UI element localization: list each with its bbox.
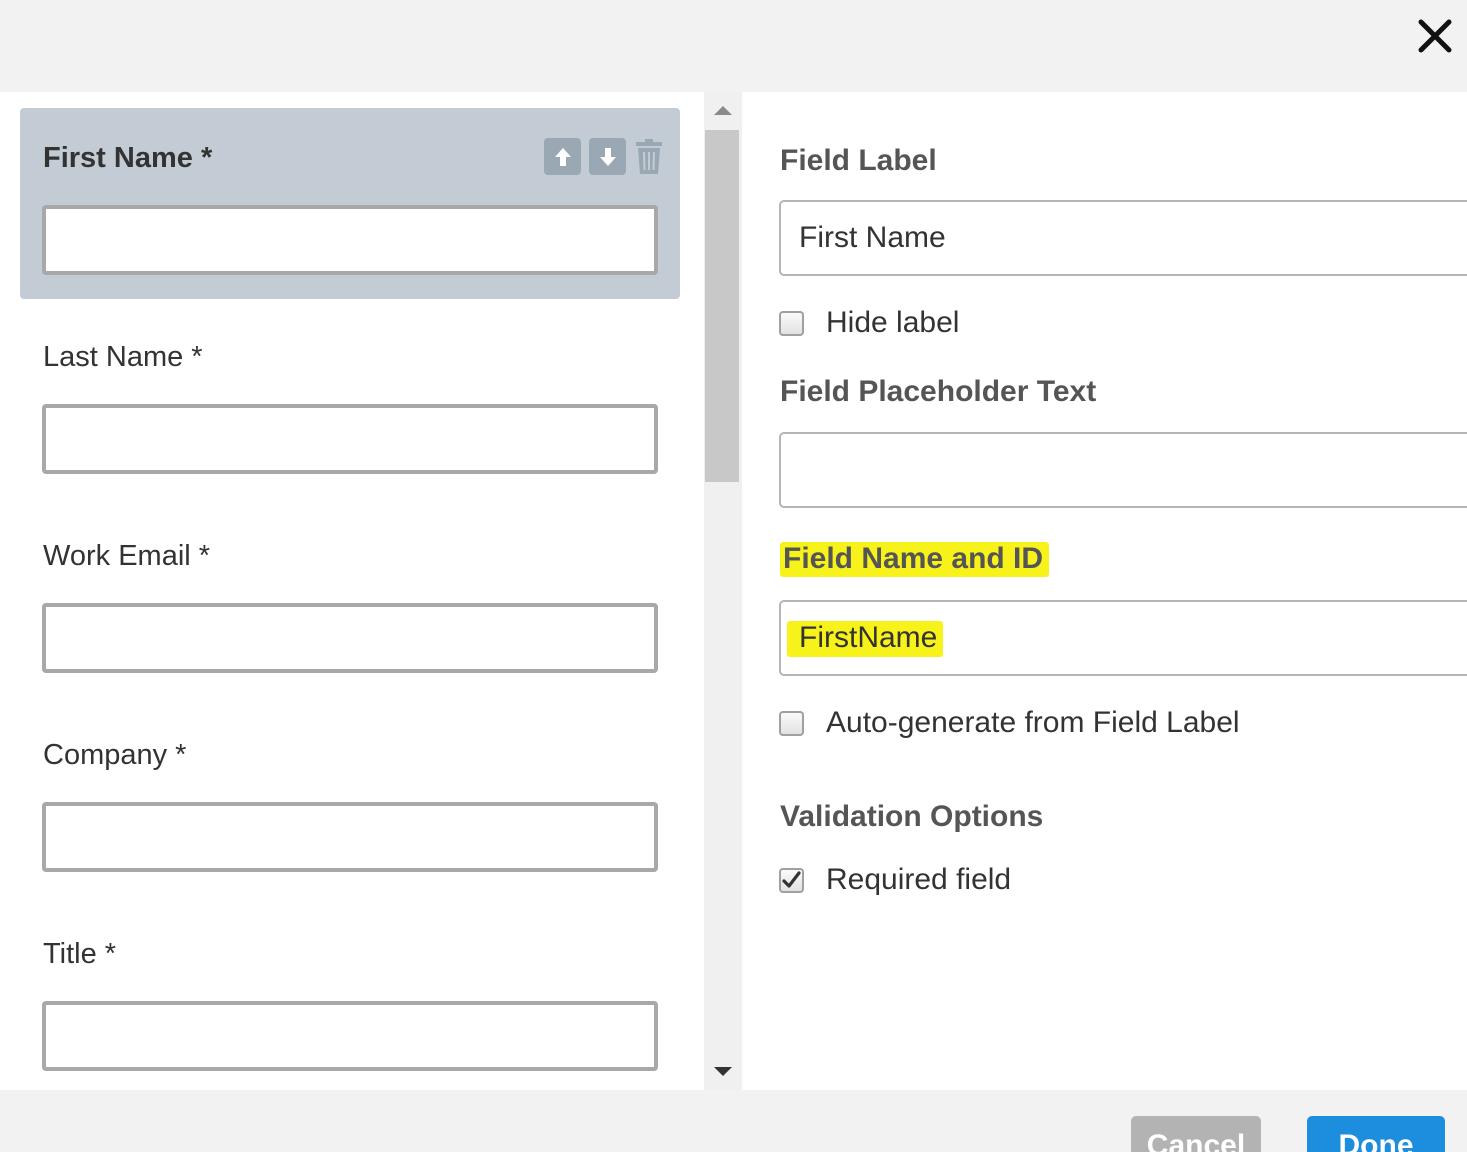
required-label: Required field bbox=[826, 863, 1012, 896]
work-email-input[interactable] bbox=[42, 603, 658, 673]
field-name-id-input[interactable]: FirstName bbox=[779, 600, 1467, 676]
first-name-input[interactable] bbox=[42, 205, 658, 275]
field-label-input[interactable]: First Name bbox=[779, 200, 1467, 276]
cancel-button[interactable]: Cancel bbox=[1131, 1116, 1261, 1152]
scroll-down-arrow-icon[interactable] bbox=[712, 1064, 734, 1080]
hide-label-label: Hide label bbox=[826, 306, 960, 339]
field-label-value: First Name bbox=[799, 221, 946, 254]
placeholder-input[interactable] bbox=[779, 432, 1467, 508]
placeholder-heading: Field Placeholder Text bbox=[780, 375, 1097, 408]
field-label: Title * bbox=[43, 938, 117, 970]
highlight-mark: Field Name and ID bbox=[780, 542, 1050, 577]
required-checkbox[interactable] bbox=[779, 867, 804, 893]
trash-icon bbox=[636, 138, 662, 174]
scroll-thumb[interactable] bbox=[705, 130, 739, 482]
field-label: Work Email * bbox=[43, 540, 211, 572]
arrow-down-icon bbox=[599, 147, 616, 166]
form-field-first-name[interactable]: First Name * bbox=[20, 108, 680, 299]
scroll-up-arrow-icon[interactable] bbox=[712, 102, 734, 118]
form-preview-panel: First Name * Last Name * Work Email * Co… bbox=[0, 92, 704, 1090]
auto-generate-checkbox-row[interactable]: Auto-generate from Field Label bbox=[779, 706, 1240, 740]
close-button[interactable] bbox=[1415, 16, 1455, 56]
required-checkbox-row[interactable]: Required field bbox=[779, 863, 1011, 897]
vertical-scrollbar[interactable] bbox=[704, 92, 742, 1090]
form-field-title[interactable]: Title * bbox=[20, 904, 680, 1090]
field-label: Company * bbox=[43, 739, 187, 771]
field-name-id-value: FirstName bbox=[787, 621, 944, 657]
move-up-button[interactable] bbox=[544, 138, 581, 175]
field-label: First Name * bbox=[43, 142, 213, 174]
field-properties-panel: Field Label First Name Hide label Field … bbox=[742, 92, 1467, 1090]
field-label: Last Name * bbox=[43, 341, 203, 373]
hide-label-checkbox[interactable] bbox=[779, 310, 804, 336]
validation-heading: Validation Options bbox=[780, 800, 1044, 833]
last-name-input[interactable] bbox=[42, 404, 658, 474]
form-field-last-name[interactable]: Last Name * bbox=[20, 307, 680, 498]
delete-field-button[interactable] bbox=[634, 138, 664, 175]
form-field-company[interactable]: Company * bbox=[20, 705, 680, 896]
auto-generate-checkbox[interactable] bbox=[779, 710, 804, 736]
close-icon bbox=[1418, 19, 1452, 53]
hide-label-checkbox-row[interactable]: Hide label bbox=[779, 306, 959, 340]
title-input[interactable] bbox=[42, 1001, 658, 1071]
checkmark-icon bbox=[782, 870, 801, 888]
form-field-work-email[interactable]: Work Email * bbox=[20, 506, 680, 697]
field-label-heading: Field Label bbox=[780, 144, 937, 177]
field-name-id-heading: Field Name and ID bbox=[780, 542, 1050, 577]
dialog-header bbox=[0, 0, 1467, 92]
arrow-up-icon bbox=[554, 147, 571, 166]
auto-generate-label: Auto-generate from Field Label bbox=[826, 706, 1240, 739]
move-down-button[interactable] bbox=[589, 138, 626, 175]
done-button[interactable]: Done bbox=[1307, 1116, 1445, 1152]
dialog-footer: Cancel Done bbox=[0, 1090, 1467, 1152]
company-input[interactable] bbox=[42, 802, 658, 872]
field-tools bbox=[544, 138, 664, 175]
